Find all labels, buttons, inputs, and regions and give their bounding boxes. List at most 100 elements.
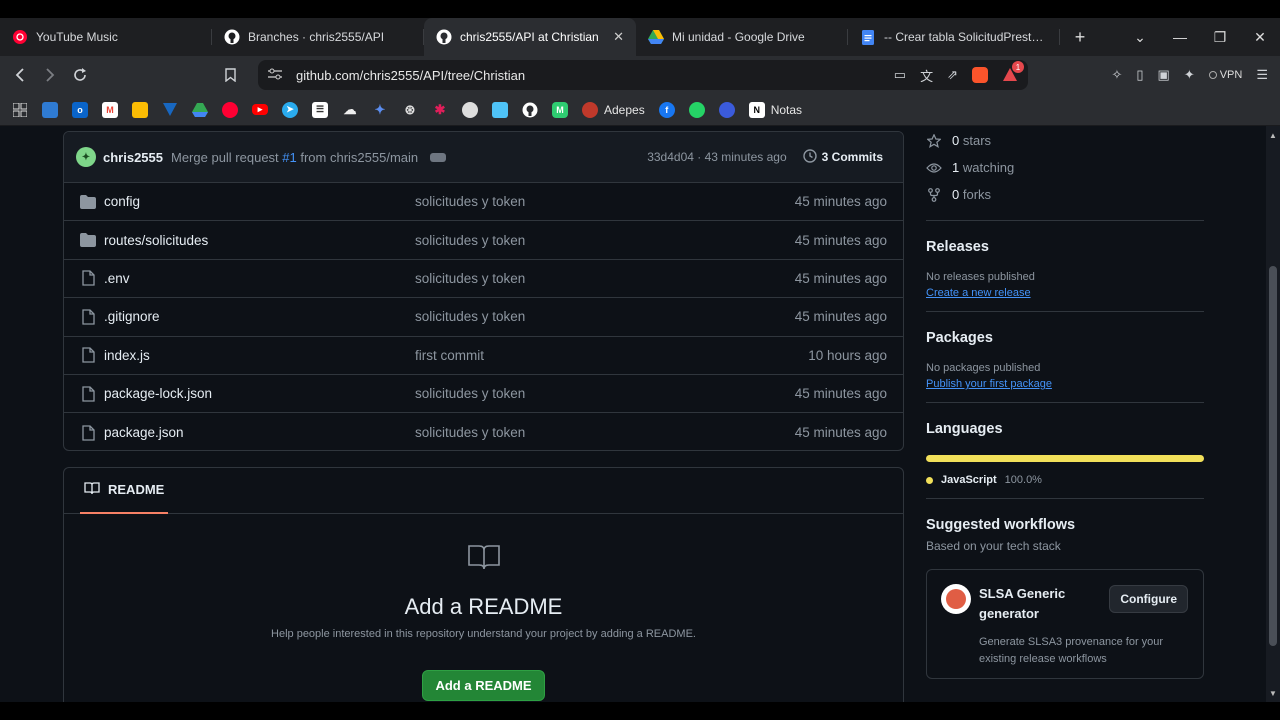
file-commit-message[interactable]: solicitudes y token (415, 271, 795, 286)
close-window-button[interactable]: ✕ (1240, 18, 1280, 56)
commit-author[interactable]: chris2555 (103, 150, 163, 165)
workflow-description: Generate SLSA3 provenance for your exist… (979, 636, 1164, 665)
menu-icon[interactable]: ☰ (1256, 67, 1268, 83)
file-name[interactable]: package-lock.json (104, 386, 415, 401)
tab-youtube-music[interactable]: YouTube Music (0, 18, 212, 56)
address-bar[interactable]: github.com/chris2555/API/tree/Christian … (258, 60, 1028, 90)
url-text[interactable]: github.com/chris2555/API/tree/Christian (296, 68, 894, 83)
sidebar-toggle-icon[interactable]: ▯ (1136, 67, 1143, 83)
chatgpt-icon[interactable]: ⊛ (402, 102, 418, 118)
translate-icon[interactable]: 文 (920, 66, 933, 85)
apps-grid-icon[interactable] (12, 102, 28, 118)
configure-button[interactable]: Configure (1109, 585, 1188, 613)
file-commit-message[interactable]: solicitudes y token (415, 386, 795, 401)
bookmark-4-icon[interactable] (492, 101, 508, 118)
table-row[interactable]: package.json solicitudes y token 45 minute… (64, 413, 903, 450)
slack-icon[interactable]: ✱ (432, 102, 448, 118)
file-name[interactable]: package.json (104, 425, 415, 440)
extensions-icon[interactable]: ✧ (1111, 67, 1122, 83)
forward-button[interactable] (36, 61, 64, 89)
tab-google-docs[interactable]: -- Crear tabla SolicitudPrestamo (848, 18, 1060, 56)
keep-icon[interactable] (132, 101, 148, 118)
share-icon[interactable]: ⇗ (947, 67, 958, 83)
bookmark-adepes[interactable]: Adepes (582, 101, 645, 118)
avatar[interactable]: ✦ (76, 147, 96, 167)
commits-link[interactable]: 3 Commits (802, 148, 891, 166)
scroll-down-arrow-icon[interactable]: ▼ (1266, 686, 1280, 700)
bookmarks-bar: o M ▸ ➤ ☰ ☁ ✦ ⊛ ✱ M Adepes f N Notas (0, 94, 1280, 126)
table-row[interactable]: config solicitudes y token 45 minutes ago (64, 183, 903, 222)
github-icon[interactable] (522, 102, 538, 118)
cast-icon[interactable]: ▭ (894, 67, 906, 83)
minimize-button[interactable]: — (1160, 18, 1200, 56)
packages-heading[interactable]: Packages (926, 330, 1204, 346)
file-name[interactable]: .gitignore (104, 309, 415, 324)
pr-link[interactable]: #1 (282, 150, 296, 165)
tab-repo-active[interactable]: chris2555/API at Christian ✕ (424, 18, 636, 56)
file-commit-message[interactable]: solicitudes y token (415, 233, 795, 248)
whatsapp-icon[interactable] (688, 101, 705, 118)
file-commit-message[interactable]: solicitudes y token (415, 425, 795, 440)
drive-icon[interactable] (192, 102, 208, 118)
brave-rewards-icon[interactable]: 1 (1002, 61, 1024, 83)
tab-search-chevron-icon[interactable]: ⌄ (1120, 18, 1160, 56)
language-item[interactable]: JavaScript 100.0% (926, 474, 1204, 486)
table-row[interactable]: routes/solicitudes solicitudes y token 45 … (64, 221, 903, 260)
table-row[interactable]: package-lock.json solicitudes y token 45 m… (64, 375, 903, 414)
wallet-icon[interactable]: ▣ (1158, 67, 1170, 83)
bookmark-6-icon[interactable] (718, 101, 735, 118)
watchers-stat[interactable]: 1 watching (926, 154, 1204, 181)
new-tab-button[interactable]: + (1060, 18, 1100, 56)
create-release-link[interactable]: Create a new release (926, 287, 1204, 299)
file-name[interactable]: index.js (104, 348, 415, 363)
telegram-icon[interactable]: ➤ (282, 101, 298, 118)
vpn-button[interactable]: VPN (1208, 69, 1242, 81)
bookmark-notas[interactable]: N Notas (748, 101, 802, 118)
bookmark-3-icon[interactable] (462, 101, 478, 118)
stars-stat[interactable]: 0 stars (926, 127, 1204, 154)
bookmark-2-icon[interactable]: ☰ (312, 101, 328, 118)
commit-meta[interactable]: 33d4d04 · 43 minutes ago (647, 150, 786, 164)
file-commit-message[interactable]: first commit (415, 348, 808, 363)
reload-button[interactable] (66, 61, 94, 89)
leo-ai-icon[interactable]: ✦ (1184, 67, 1195, 83)
brave-shields-icon[interactable] (972, 67, 988, 83)
music-icon[interactable] (222, 101, 238, 118)
table-row[interactable]: index.js first commit 10 hours ago (64, 337, 903, 375)
outlook-icon[interactable]: o (72, 101, 88, 118)
youtube-icon[interactable]: ▸ (252, 104, 268, 115)
facebook-icon[interactable]: f (658, 101, 675, 118)
weather-icon[interactable]: ☁ (342, 102, 358, 118)
publish-package-link[interactable]: Publish your first package (926, 378, 1204, 390)
releases-heading[interactable]: Releases (926, 239, 1204, 255)
file-name[interactable]: routes/solicitudes (104, 233, 415, 248)
file-name[interactable]: config (104, 194, 415, 209)
table-row[interactable]: .env solicitudes y token 45 minutes ago (64, 260, 903, 299)
table-row[interactable]: .gitignore solicitudes y token 45 minutes … (64, 298, 903, 337)
scroll-up-arrow-icon[interactable]: ▲ (1266, 128, 1280, 142)
file-name[interactable]: .env (104, 271, 415, 286)
restore-button[interactable]: ❐ (1200, 18, 1240, 56)
tab-readme[interactable]: README (80, 468, 169, 514)
file-commit-message[interactable]: solicitudes y token (415, 309, 795, 324)
site-settings-icon[interactable] (268, 68, 282, 83)
commit-message[interactable]: Merge pull request #1 from chris2555/mai… (171, 150, 418, 165)
close-icon[interactable]: ✕ (613, 29, 624, 45)
gmail-icon[interactable]: M (102, 101, 118, 118)
bookmark-page-icon[interactable] (216, 61, 244, 89)
add-readme-button[interactable]: Add a README (422, 670, 545, 701)
scrollbar[interactable]: ▲ ▼ (1266, 126, 1280, 702)
gemini-icon[interactable]: ✦ (372, 102, 388, 118)
bookmark-1-icon[interactable] (42, 101, 58, 118)
scrollbar-thumb[interactable] (1269, 266, 1277, 646)
file-commit-message[interactable]: solicitudes y token (415, 194, 795, 209)
tab-branches[interactable]: Branches · chris2555/API (212, 18, 424, 56)
commit-details-ellipsis-icon[interactable] (430, 152, 447, 162)
forks-stat[interactable]: 0 forks (926, 181, 1204, 208)
tab-google-drive[interactable]: Mi unidad - Google Drive (636, 18, 848, 56)
bookmark-5-icon[interactable]: M (552, 101, 568, 118)
fork-icon (926, 187, 942, 202)
back-button[interactable] (6, 61, 34, 89)
vuetify-icon[interactable] (162, 102, 178, 118)
folder-icon (80, 194, 96, 210)
